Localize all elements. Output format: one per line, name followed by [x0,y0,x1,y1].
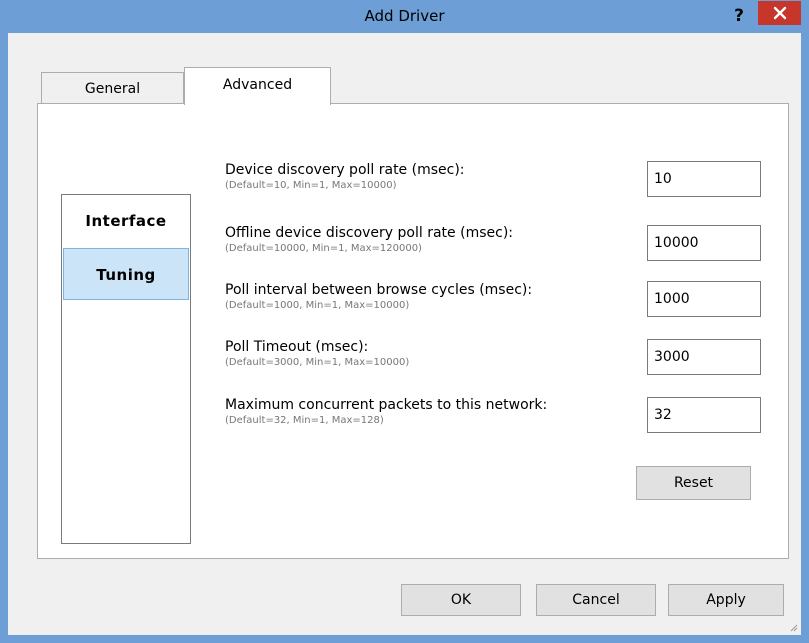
close-button[interactable] [758,1,801,25]
title-bar[interactable]: Add Driver ? [0,0,809,33]
setting-discovery-poll-rate: Device discovery poll rate (msec): (Defa… [225,161,645,193]
dialog-client-area: General Advanced Interface Tuning Device… [8,33,801,635]
setting-browse-poll-interval: Poll interval between browse cycles (mse… [225,281,645,313]
sidebar-item-interface[interactable]: Interface [63,195,189,247]
max-concurrent-packets-input[interactable]: 32 [647,397,761,433]
setting-max-concurrent-packets: Maximum concurrent packets to this netwo… [225,396,645,428]
dialog-window: Add Driver ? General Advanced Interface … [0,0,809,643]
setting-hint: (Default=10, Min=1, Max=10000) [225,180,397,191]
setting-offline-discovery-poll-rate: Offline device discovery poll rate (msec… [225,224,645,256]
offline-discovery-poll-rate-input[interactable]: 10000 [647,225,761,261]
poll-timeout-input[interactable]: 3000 [647,339,761,375]
setting-label: Device discovery poll rate (msec): [225,162,465,178]
cancel-button[interactable]: Cancel [536,584,656,616]
reset-button[interactable]: Reset [636,466,751,500]
setting-label: Maximum concurrent packets to this netwo… [225,397,548,413]
setting-hint: (Default=1000, Min=1, Max=10000) [225,300,410,311]
tab-general[interactable]: General [41,72,184,104]
ok-button[interactable]: OK [401,584,521,616]
tab-advanced[interactable]: Advanced [184,67,331,105]
setting-label: Poll interval between browse cycles (mse… [225,282,533,298]
browse-poll-interval-input[interactable]: 1000 [647,281,761,317]
setting-hint: (Default=10000, Min=1, Max=120000) [225,243,422,254]
setting-hint: (Default=32, Min=1, Max=128) [225,415,384,426]
discovery-poll-rate-input[interactable]: 10 [647,161,761,197]
sidebar-item-tuning[interactable]: Tuning [63,248,189,300]
setting-label: Poll Timeout (msec): [225,339,369,355]
apply-button[interactable]: Apply [668,584,784,616]
sidebar-nav: Interface Tuning [61,194,191,544]
advanced-panel: Interface Tuning Device discovery poll r… [37,103,789,559]
setting-poll-timeout: Poll Timeout (msec): (Default=3000, Min=… [225,338,645,370]
help-button[interactable]: ? [729,4,749,28]
window-title: Add Driver [364,7,445,25]
resize-grip-icon[interactable] [790,624,798,632]
close-icon [773,6,786,20]
setting-label: Offline device discovery poll rate (msec… [225,225,513,241]
setting-hint: (Default=3000, Min=1, Max=10000) [225,357,410,368]
